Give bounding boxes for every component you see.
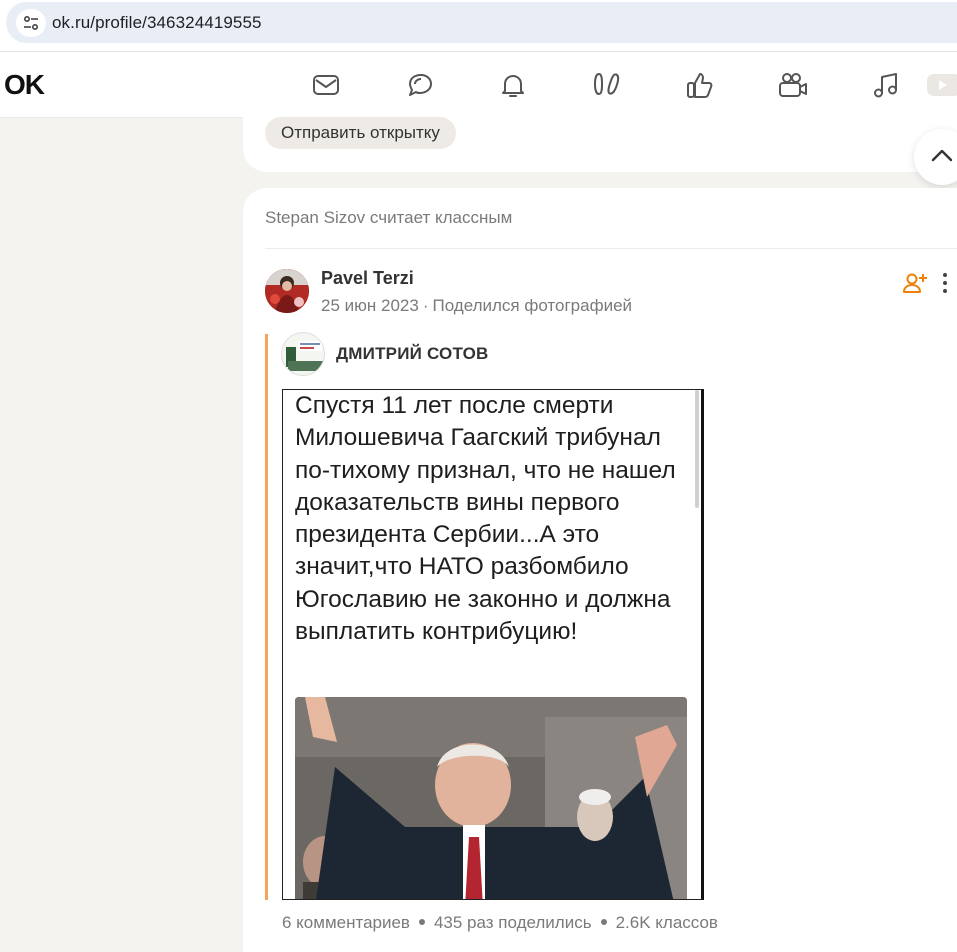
post-date[interactable]: 25 июн 2023 <box>321 296 419 315</box>
browser-toolbar: ok.ru/profile/346324419555 <box>0 0 957 52</box>
music-icon[interactable] <box>870 69 902 101</box>
bell-icon[interactable] <box>497 69 529 101</box>
like-icon[interactable] <box>684 69 716 101</box>
author-avatar[interactable] <box>265 269 309 313</box>
activity-line: Stepan Sizov считает классным <box>265 208 513 227</box>
site-settings-icon[interactable] <box>16 9 46 37</box>
ok-logo[interactable]: OK <box>4 69 45 101</box>
top-navigation: OK <box>0 52 957 118</box>
previous-card: Отправить открытку <box>243 112 957 172</box>
feed-post-card: Stepan Sizov считает классным Pavel Terz… <box>243 188 957 952</box>
repost-author-name[interactable]: ДМИТРИЙ СОТОВ <box>336 344 489 364</box>
repost-group-avatar[interactable] <box>281 332 325 376</box>
address-bar[interactable]: ok.ru/profile/346324419555 <box>6 2 957 43</box>
send-postcard-button[interactable]: Отправить открытку <box>265 117 456 149</box>
url-text[interactable]: ok.ru/profile/346324419555 <box>52 13 262 33</box>
likes-count[interactable]: 2.6K классов <box>616 913 718 932</box>
stats-separator <box>418 919 425 926</box>
photo-image <box>295 697 687 899</box>
stats-separator <box>600 919 607 926</box>
video-icon[interactable] <box>777 69 809 101</box>
photo-caption-text: Спустя 11 лет после смерти Милошевича Га… <box>295 392 676 646</box>
post-stats: 6 комментариев 435 раз поделились 2.6K кла… <box>282 913 718 933</box>
photo-scrollbar <box>695 390 699 508</box>
post-photo[interactable]: Спустя 11 лет после смерти Милошевича Га… <box>282 389 704 900</box>
more-options-icon[interactable] <box>941 272 949 294</box>
add-friend-icon[interactable] <box>903 272 927 294</box>
guests-icon[interactable] <box>590 69 622 101</box>
post-action: Поделился фотографией <box>432 296 633 315</box>
post-meta: 25 июн 2023 · Поделился фотографией <box>321 296 632 316</box>
chat-icon[interactable] <box>404 69 436 101</box>
meta-separator: · <box>422 296 429 315</box>
author-name[interactable]: Pavel Terzi <box>321 268 414 289</box>
mail-icon[interactable] <box>310 69 342 101</box>
repost-accent-bar <box>265 334 268 900</box>
divider <box>265 248 957 249</box>
play-icon[interactable] <box>925 69 957 101</box>
scroll-to-top-button[interactable] <box>914 129 957 185</box>
comments-count[interactable]: 6 комментариев <box>282 913 410 932</box>
shares-count[interactable]: 435 раз поделились <box>434 913 592 932</box>
chevron-up-icon <box>931 149 953 162</box>
